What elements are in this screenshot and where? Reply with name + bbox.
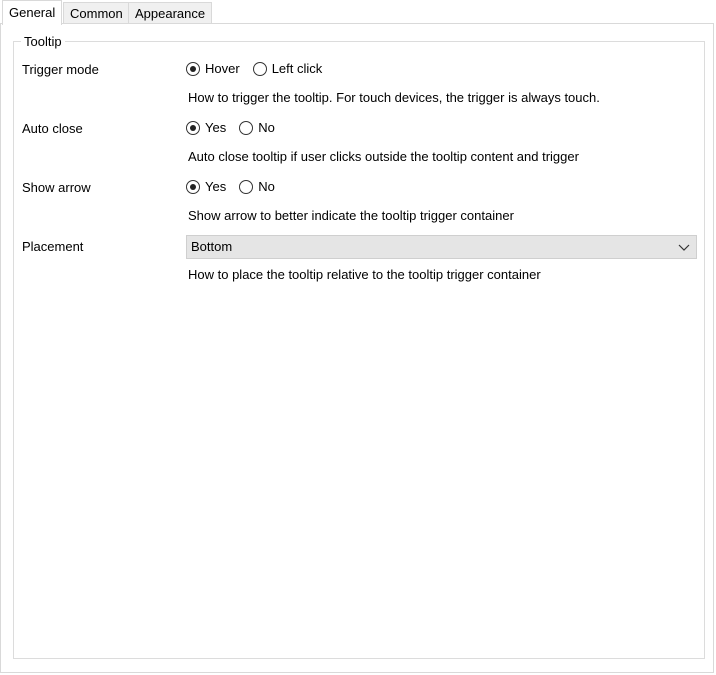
radio-label: Yes (205, 120, 227, 135)
radio-unchecked-icon (239, 121, 254, 135)
placement-select[interactable]: Bottom (186, 235, 697, 259)
trigger-mode-label: Trigger mode (22, 62, 99, 77)
placement-label: Placement (22, 239, 84, 254)
trigger-mode-radio-group: Hover Left click (186, 61, 335, 77)
radio-checked-icon (186, 121, 200, 135)
auto-close-no-radio[interactable]: No (239, 120, 275, 136)
tab-appearance[interactable]: Appearance (128, 2, 213, 23)
radio-label: Left click (271, 61, 323, 76)
radio-checked-icon (186, 62, 200, 76)
placement-select-value: Bottom (191, 239, 233, 254)
placement-help: How to place the tooltip relative to the… (188, 267, 541, 282)
radio-label: No (258, 179, 275, 194)
tab-common[interactable]: Common (63, 2, 130, 23)
show-arrow-radio-group: Yes No (186, 179, 288, 195)
radio-label: Hover (205, 61, 240, 76)
trigger-mode-left-click-radio[interactable]: Left click (252, 61, 323, 77)
show-arrow-label: Show arrow (22, 180, 91, 195)
auto-close-help: Auto close tooltip if user clicks outsid… (188, 149, 579, 164)
trigger-mode-help: How to trigger the tooltip. For touch de… (188, 90, 600, 105)
chevron-down-icon (678, 244, 690, 251)
show-arrow-no-radio[interactable]: No (239, 179, 275, 195)
auto-close-yes-radio[interactable]: Yes (186, 120, 226, 136)
trigger-mode-hover-radio[interactable]: Hover (186, 61, 240, 77)
show-arrow-yes-radio[interactable]: Yes (186, 179, 226, 195)
radio-unchecked-icon (252, 62, 267, 76)
auto-close-radio-group: Yes No (186, 120, 288, 136)
tooltip-groupbox: Tooltip (13, 34, 705, 659)
radio-unchecked-icon (239, 180, 254, 194)
tab-strip: General Common Appearance (0, 0, 716, 25)
show-arrow-help: Show arrow to better indicate the toolti… (188, 208, 514, 223)
auto-close-label: Auto close (22, 121, 83, 136)
radio-checked-icon (186, 180, 200, 194)
tab-page-general: Tooltip Trigger mode Hover Left click Ho… (0, 23, 714, 673)
tab-general[interactable]: General (2, 0, 63, 25)
radio-label: Yes (205, 179, 227, 194)
radio-label: No (258, 120, 275, 135)
group-title: Tooltip (21, 34, 65, 49)
